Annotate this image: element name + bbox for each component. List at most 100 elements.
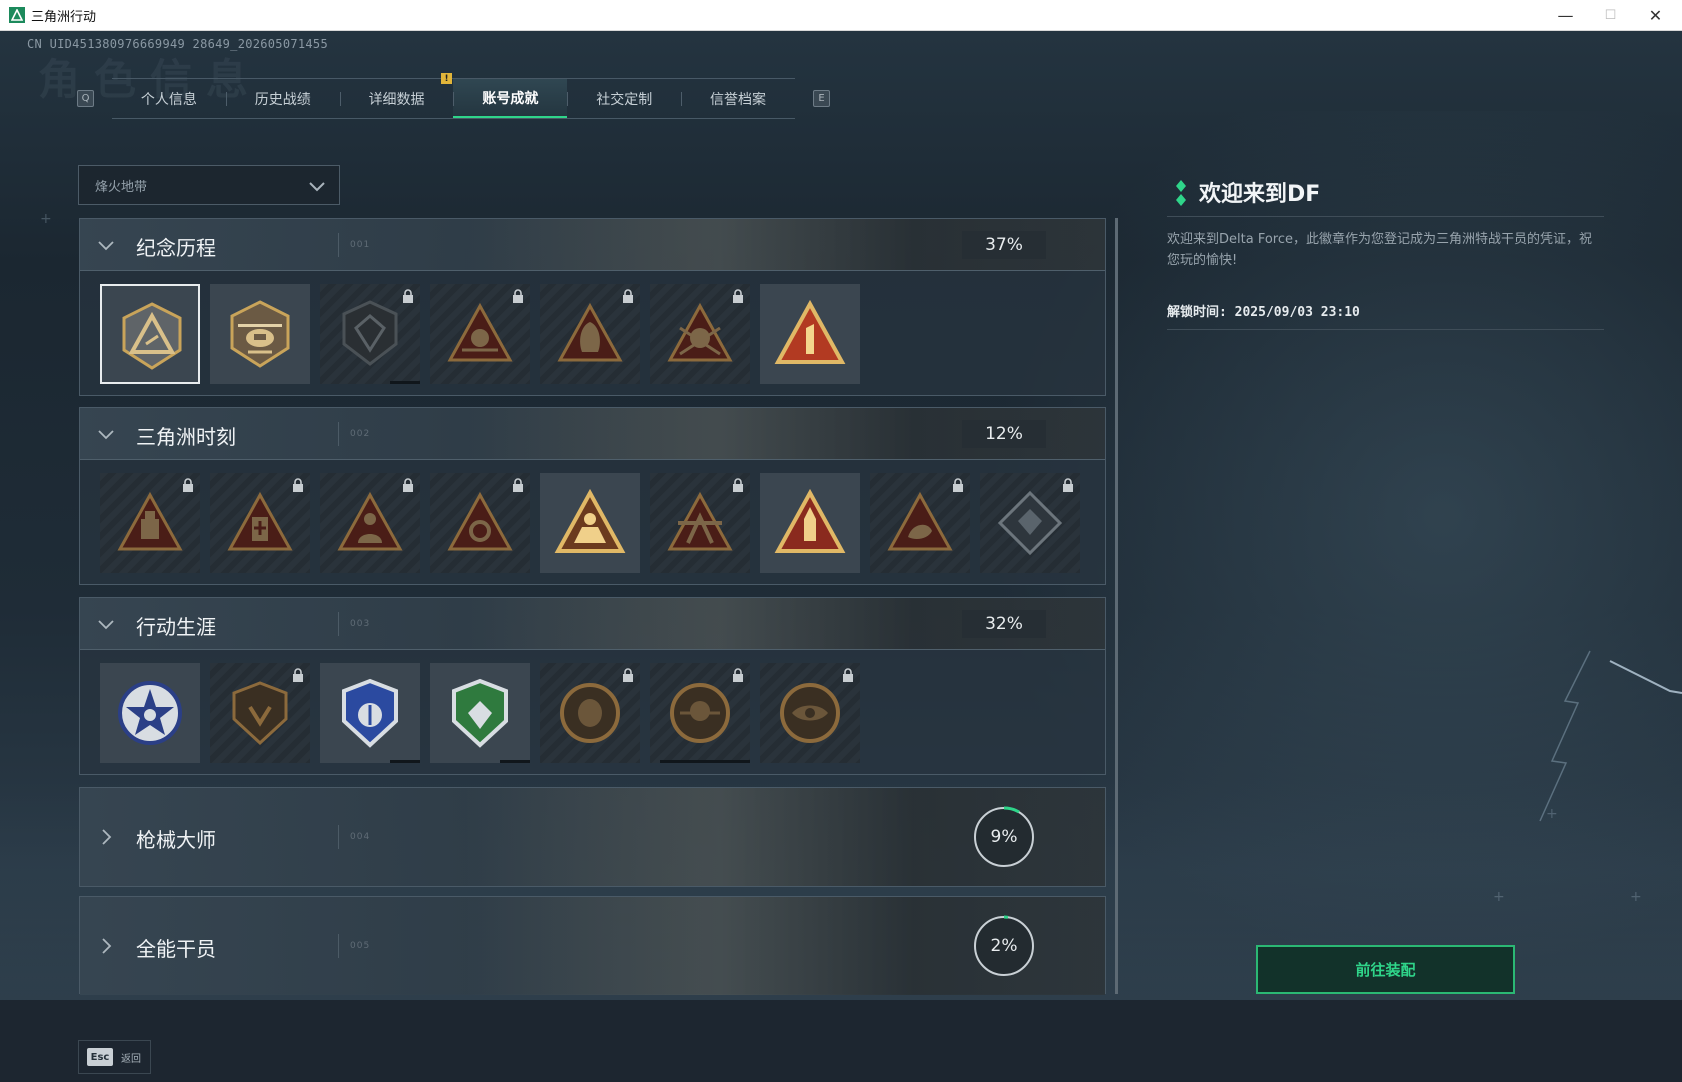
app-logo-icon [9,7,25,23]
helicopter-shield-icon [230,300,290,368]
tab-detailed-data[interactable]: 详细数据 [339,79,454,118]
bronze-shield-icon [232,681,288,746]
badge-progress-bar [660,760,750,763]
lock-icon [953,478,963,492]
next-tab-key-hint[interactable]: E [813,90,830,107]
lock-icon [733,478,743,492]
section-title: 全能干员 [136,937,216,961]
badge-sniper-triangle[interactable] [430,284,530,384]
badge-delta-triangle[interactable] [100,284,200,384]
back-label: 返回 [121,1053,141,1065]
section-header[interactable]: 三角洲时刻 002 12% [80,408,1105,460]
lock-icon [733,289,743,303]
bottom-bar [0,1000,1682,1082]
badge-shield-crest[interactable] [320,284,420,384]
badge-soldier-triangle[interactable] [320,473,420,573]
badge-star-wreath[interactable] [100,663,200,763]
bronze-coin-icon [560,683,620,743]
badge-dragon-triangle[interactable] [870,473,970,573]
window-title: 三角洲行动 [31,9,97,25]
crosshair-decoration: + [40,211,52,227]
crystal-diamond-icon [997,490,1063,556]
squad-triangle-icon [554,488,626,553]
badge-eye-coin[interactable] [760,663,860,763]
rank-one-triangle-icon [774,299,846,364]
badge-green-gem-shield[interactable] [430,663,530,763]
warrior-triangle-icon [667,491,733,551]
mode-select[interactable]: 烽火地带 [78,165,340,205]
badge-hooded-triangle[interactable] [540,284,640,384]
tab-reputation-record[interactable]: 信誉档案 [681,79,795,118]
badge-medic-triangle[interactable] [210,473,310,573]
diamond-marker-icon [1176,180,1186,206]
badge-warrior-triangle[interactable] [650,473,750,573]
badge-rank-one[interactable] [760,284,860,384]
star-wreath-icon [118,681,182,745]
section-divider [338,422,339,446]
gear-triangle-icon [447,491,513,551]
section-divider [338,612,339,636]
section-number: 005 [350,941,371,951]
chevron-down-icon[interactable] [96,424,116,444]
section-header[interactable]: 纪念历程 001 37% [80,219,1105,271]
crosshair-decoration: + [1493,889,1505,905]
lock-icon [623,289,633,303]
badge-detail-description: 欢迎来到Delta Force，此徽章作为您登记成为三角洲特战干员的凭证，祝您玩… [1167,232,1592,268]
maximize-button[interactable]: ☐ [1588,0,1633,31]
list-scrollbar[interactable] [1115,218,1118,994]
esc-key-hint: Esc [87,1048,113,1066]
badge-robot-triangle[interactable] [100,473,200,573]
badge-detail-title: 欢迎来到DF [1199,182,1321,207]
badge-bronze-coin[interactable] [540,663,640,763]
lock-icon [403,289,413,303]
badge-skull-coin[interactable] [650,663,750,763]
badge-progress-bar [390,760,420,763]
badge-crystal-diamond[interactable] [980,473,1080,573]
app-window: 三角洲行动 — ☐ ✕ + + + + CN UID45138097666994… [0,0,1682,1082]
badge-progress-bar [500,760,530,763]
section-divider [338,934,339,958]
badge-progress-bar [390,381,420,384]
tab-social-customization[interactable]: 社交定制 [567,79,681,118]
tab-match-history[interactable]: 历史战绩 [225,79,340,118]
mode-select-value: 烽火地带 [95,179,148,195]
tab-personal-info[interactable]: 个人信息 [112,79,226,118]
eye-coin-icon [780,683,840,743]
minimize-button[interactable]: — [1543,0,1588,31]
lightning-decoration [1539,650,1682,822]
badge-row [80,460,1105,584]
chevron-down-icon[interactable] [96,235,116,255]
badge-blue-eagle-shield[interactable] [320,663,420,763]
lock-icon [403,478,413,492]
green-gem-shield-icon [452,678,508,748]
badge-gear-triangle[interactable] [430,473,530,573]
section-number: 003 [350,619,371,629]
crosshair-decoration: + [1630,889,1642,905]
achievement-section-weapon-master: 枪械大师 004 9% [79,787,1106,887]
prev-tab-key-hint[interactable]: Q [77,90,94,107]
back-button[interactable]: Esc 返回 [78,1040,151,1074]
badge-helicopter[interactable] [210,284,310,384]
achievement-section-delta-moments: 三角洲时刻 002 12% [79,407,1106,585]
badge-squad-triangle[interactable] [540,473,640,573]
badge-skull-triangle[interactable] [650,284,750,384]
chevron-down-icon[interactable] [96,614,116,634]
chevron-right-icon[interactable] [96,827,116,847]
close-button[interactable]: ✕ [1633,0,1678,31]
section-number: 002 [350,429,371,439]
tab-account-achievements[interactable]: 账号成就 [453,79,568,118]
badge-row [80,271,1105,395]
section-header[interactable]: 全能干员 005 2% [80,897,1105,995]
main-tabs: 个人信息 历史战绩 详细数据 账号成就 社交定制 信誉档案 [112,78,795,119]
rocket-triangle-icon [774,488,846,553]
chevron-down-icon [309,182,325,192]
go-equip-button[interactable]: 前往装配 [1256,945,1515,994]
robot-triangle-icon [117,491,183,551]
section-title: 行动生涯 [136,615,216,639]
section-header[interactable]: 枪械大师 004 9% [80,788,1105,886]
badge-bronze-shield[interactable] [210,663,310,763]
section-header[interactable]: 行动生涯 003 32% [80,598,1105,650]
section-progress: 32% [962,610,1046,638]
badge-rocket-triangle[interactable] [760,473,860,573]
chevron-right-icon[interactable] [96,936,116,956]
